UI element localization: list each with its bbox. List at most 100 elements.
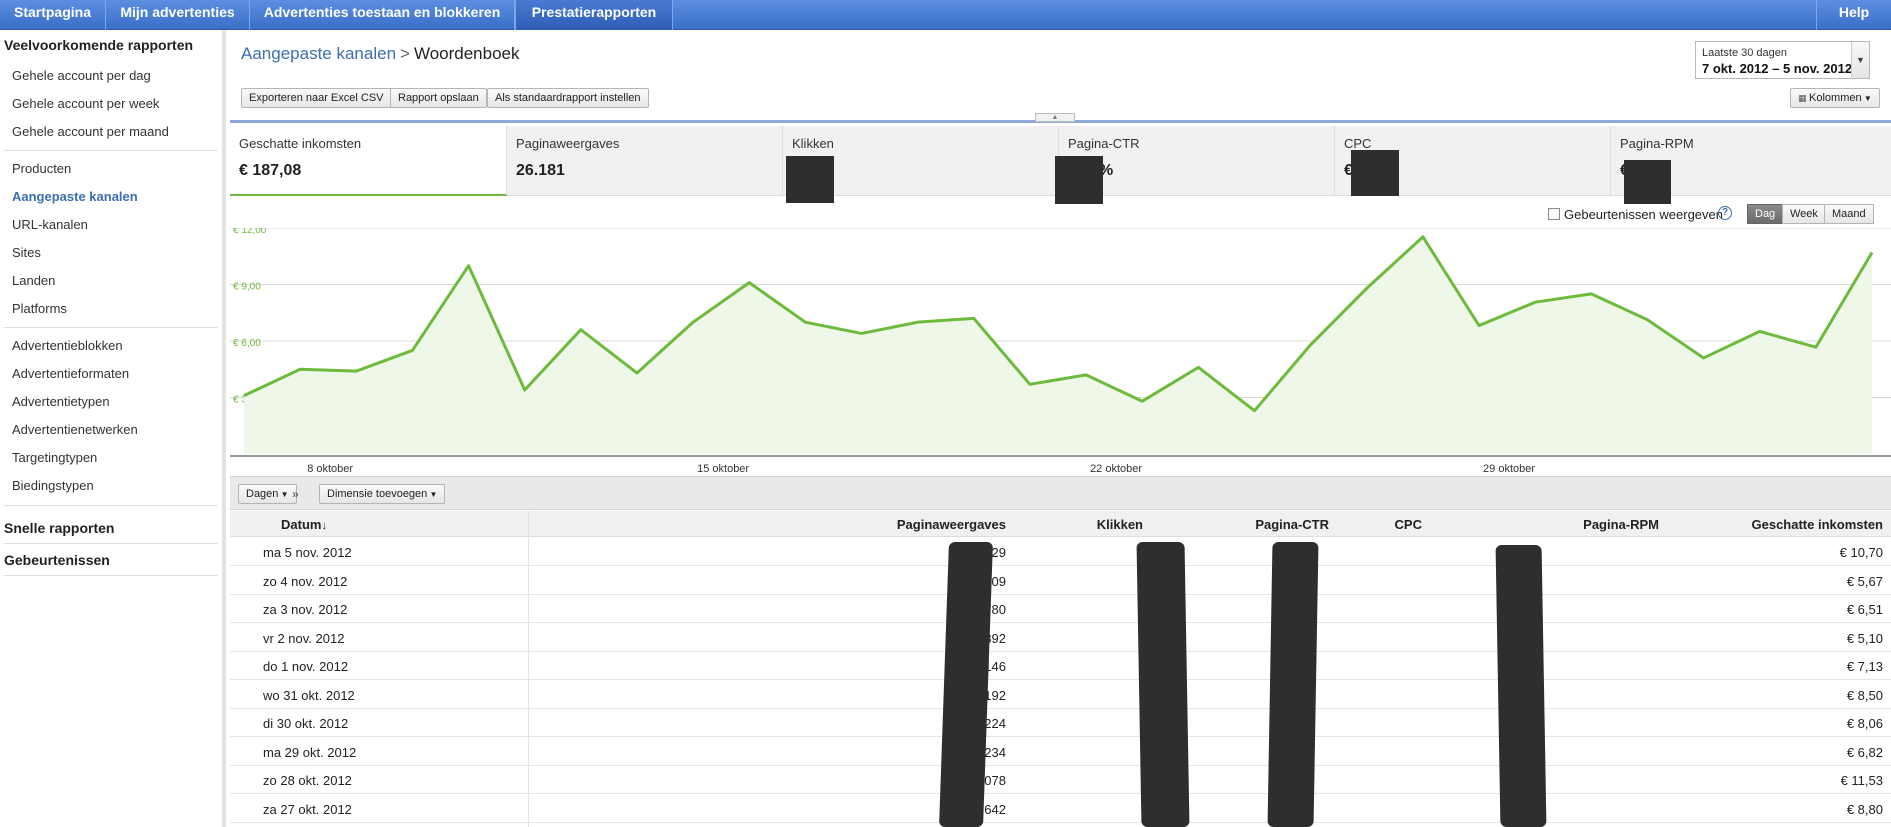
scorecards: Geschatte inkomsten € 187,08 Paginaweerg… — [230, 126, 1891, 204]
dimension-label: Dagen — [246, 488, 279, 500]
scorecard-paginaweergaves[interactable]: Paginaweergaves 26.181 — [507, 126, 783, 196]
tab-startpagina[interactable]: Startpagina — [0, 0, 106, 30]
column-header-pagina-rpm[interactable]: Pagina-RPM — [1443, 517, 1659, 532]
date-range-picker[interactable]: Laatste 30 dagen 7 okt. 2012 – 5 nov. 20… — [1695, 41, 1870, 79]
breadcrumb-parent-link[interactable]: Aangepaste kanalen — [241, 44, 396, 63]
dimension-dropdown[interactable]: Dagen ▼ — [238, 484, 297, 504]
table-row: ma 5 nov. 20121.129€ 10,70 — [230, 538, 1891, 566]
sidebar-item-url-kanalen[interactable]: URL-kanalen — [12, 217, 88, 232]
events-checkbox[interactable] — [1548, 208, 1560, 220]
scorecard-label: Pagina-RPM — [1620, 136, 1694, 151]
add-dimension-dropdown[interactable]: Dimensie toevoegen ▼ — [319, 484, 446, 504]
cell-date: vr 2 nov. 2012 — [263, 630, 345, 646]
cell-income: € 5,67 — [1846, 573, 1883, 589]
cell-income: € 6,51 — [1846, 602, 1883, 617]
cell-date: zo 4 nov. 2012 — [263, 573, 348, 589]
dimension-toolbar: Dagen ▼ » Dimensie toevoegen ▼ — [230, 476, 1891, 510]
scorecard-value: € 187,08 — [239, 162, 302, 179]
sidebar-item-advertentieformaten[interactable]: Advertentieformaten — [12, 366, 129, 381]
set-default-report-button[interactable]: Als standaardrapport instellen — [487, 88, 649, 108]
cell-date: za 3 nov. 2012 — [263, 602, 348, 617]
columns-button[interactable]: ▦ Kolommen ▼ — [1790, 88, 1880, 108]
cell-income: € 6,82 — [1846, 744, 1883, 760]
sidebar-divider — [4, 575, 218, 576]
cell-date: di 30 okt. 2012 — [263, 716, 349, 731]
redaction-block — [1267, 542, 1319, 827]
tab-prestatierapporten[interactable]: Prestatierapporten — [515, 0, 673, 30]
sidebar-divider — [4, 505, 218, 506]
sidebar-item-advertentienetwerken[interactable]: Advertentienetwerken — [12, 422, 138, 437]
tab-mijn-advertenties[interactable]: Mijn advertenties — [106, 0, 250, 30]
table-row: za 3 nov. 2012 780 € 6,51 — [230, 595, 1891, 623]
cell-income: € 7,13 — [1846, 659, 1883, 674]
column-header-inkomsten[interactable]: Geschatte inkomsten — [1630, 517, 1884, 532]
help-link[interactable]: Help — [1816, 0, 1891, 30]
column-header-datum[interactable]: Datum↓ — [281, 517, 327, 532]
sidebar-item-account-dag[interactable]: Gehele account per dag — [12, 68, 151, 83]
cell-income: € 8,50 — [1846, 687, 1883, 703]
page-title: Woordenboek — [413, 44, 520, 63]
x-tick-label: 15 oktober — [697, 463, 749, 474]
sidebar-item-biedingstypen[interactable]: Biedingstypen — [12, 478, 94, 493]
granularity-month-button[interactable]: Maand — [1824, 204, 1874, 224]
cell-date: do 1 nov. 2012 — [263, 659, 349, 674]
sidebar-item-sites[interactable]: Sites — [12, 245, 41, 260]
sidebar-item-producten[interactable]: Producten — [12, 161, 71, 176]
chevron-down-icon: ▼ — [427, 490, 438, 499]
sidebar-heading-snelle[interactable]: Snelle rapporten — [4, 520, 114, 536]
sidebar-heading-common[interactable]: Veelvoorkomende rapporten — [4, 37, 193, 53]
table-row: di 30 okt. 2012 1.224 € 8,06 — [230, 709, 1891, 737]
sidebar-item-account-maand[interactable]: Gehele account per maand — [12, 124, 169, 139]
redaction-block — [786, 156, 834, 203]
collapse-handle[interactable]: ▲ — [1035, 113, 1075, 122]
cell-income: € 10,70 — [1839, 545, 1883, 560]
date-range-value: 7 okt. 2012 – 5 nov. 2012 — [1702, 61, 1853, 76]
sidebar-item-platforms[interactable]: Platforms — [12, 301, 67, 316]
sidebar: Veelvoorkomende rapporten Gehele account… — [0, 30, 226, 827]
export-csv-button[interactable]: Exporteren naar Excel CSV — [241, 88, 392, 108]
cell-date: wo 31 okt. 2012 — [263, 687, 355, 703]
y-tick-label: € 6,00 — [233, 338, 261, 349]
chevron-down-icon: ▼ — [1861, 94, 1872, 103]
sidebar-item-advertentieblokken[interactable]: Advertentieblokken — [12, 338, 123, 353]
events-checkbox-label: Gebeurtenissen weergeven — [1564, 207, 1723, 222]
sidebar-heading-gebeurtenissen[interactable]: Gebeurtenissen — [4, 552, 110, 568]
redaction-block — [1351, 150, 1399, 196]
cell-date: za 27 okt. 2012 — [263, 801, 352, 817]
chevron-down-icon: ▼ — [278, 490, 289, 499]
column-header-klikken[interactable]: Klikken — [927, 517, 1143, 532]
sidebar-item-landen[interactable]: Landen — [12, 273, 55, 288]
tab-advertenties-toestaan[interactable]: Advertenties toestaan en blokkeren — [250, 0, 515, 30]
y-tick-label: € 9,00 — [233, 282, 261, 293]
sidebar-divider — [4, 543, 218, 544]
redaction-block — [1136, 542, 1190, 827]
scorecard-label: Klikken — [792, 136, 834, 151]
chevron-down-icon[interactable]: ▼ — [1851, 42, 1869, 78]
cell-date: ma 29 okt. 2012 — [263, 744, 357, 760]
table-header: Datum↓ Paginaweergaves Klikken Pagina-CT… — [230, 511, 1891, 537]
help-icon[interactable]: ? — [1718, 206, 1732, 220]
granularity-week-button[interactable]: Week — [1782, 204, 1826, 224]
chevron-right-icon: » — [292, 487, 299, 501]
table-row: zo 28 okt. 2012 1.078 € 11,53 — [230, 766, 1891, 794]
columns-label: Kolommen — [1809, 92, 1862, 104]
sidebar-item-targetingtypen[interactable]: Targetingtypen — [12, 450, 97, 465]
scorecard-label: Paginaweergaves — [516, 136, 620, 151]
scorecard-inkomsten[interactable]: Geschatte inkomsten € 187,08 — [230, 126, 507, 196]
sidebar-item-aangepaste-kanalen[interactable]: Aangepaste kanalen — [12, 189, 138, 204]
top-navigation: Startpagina Mijn advertenties Advertenti… — [0, 0, 1891, 30]
sidebar-divider — [4, 150, 218, 151]
cell-date: ma 5 nov. 2012 — [263, 545, 352, 560]
sidebar-item-account-week[interactable]: Gehele account per week — [12, 96, 159, 111]
scorecard-label: Geschatte inkomsten — [239, 136, 362, 151]
save-report-button[interactable]: Rapport opslaan — [390, 88, 487, 108]
breadcrumb-separator: > — [400, 44, 410, 63]
column-header-cpc[interactable]: CPC — [1206, 517, 1422, 532]
granularity-day-button[interactable]: Dag — [1747, 204, 1784, 224]
add-dimension-label: Dimensie toevoegen — [327, 488, 428, 500]
x-tick-label: 22 oktober — [1090, 463, 1142, 474]
sidebar-item-advertentietypen[interactable]: Advertentietypen — [12, 394, 110, 409]
date-range-label: Laatste 30 dagen — [1702, 47, 1788, 59]
column-header-label: Datum — [281, 517, 322, 532]
table-row: vr 2 nov. 2012 892 € 5,10 — [230, 623, 1891, 652]
